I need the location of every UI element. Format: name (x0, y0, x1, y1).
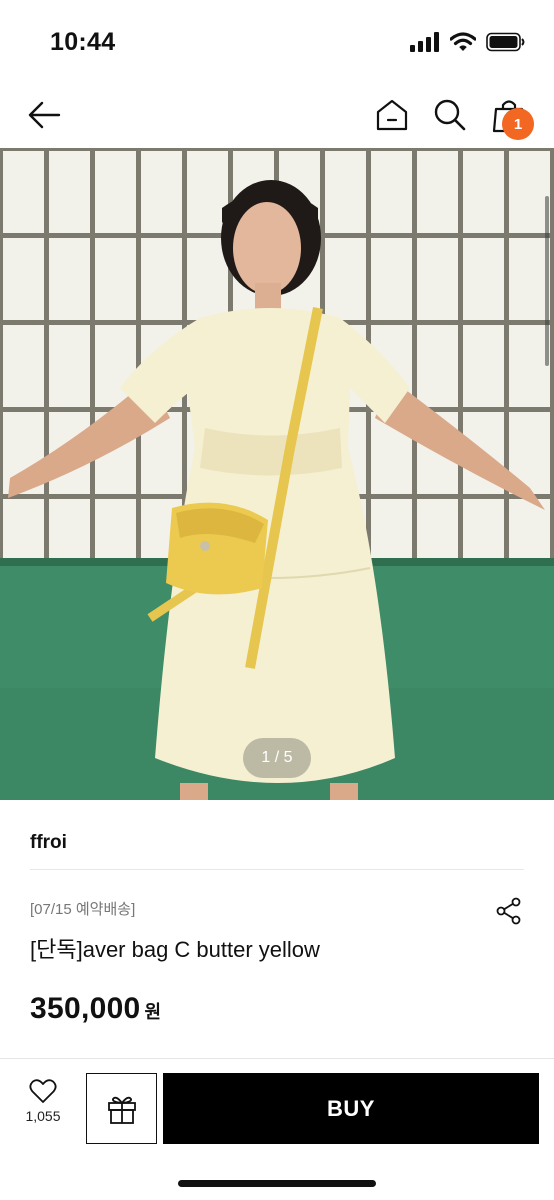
home-button[interactable] (370, 93, 414, 137)
image-pager: 1 / 5 (243, 738, 311, 778)
heart-icon (29, 1079, 57, 1103)
price-value: 350,000 (30, 992, 141, 1025)
brand-name[interactable]: ffroi (30, 832, 67, 854)
gift-icon (107, 1096, 136, 1124)
cart-count-badge: 1 (502, 108, 534, 140)
product-price: 350,000 원 (30, 992, 161, 1026)
share-icon (496, 897, 521, 925)
buy-button[interactable]: BUY (163, 1073, 539, 1144)
signal-icon (410, 32, 440, 57)
status-icons (410, 32, 526, 57)
status-time: 10:44 (50, 28, 116, 56)
gift-button[interactable] (86, 1073, 157, 1144)
product-title: [단독]aver bag C butter yellow (30, 937, 320, 962)
price-unit: 원 (144, 1002, 162, 1022)
top-nav (0, 88, 554, 148)
home-indicator[interactable] (178, 1180, 376, 1187)
like-button[interactable]: 1,055 (14, 1078, 72, 1144)
product-image[interactable] (0, 148, 554, 800)
home-icon (376, 99, 408, 131)
search-icon (434, 99, 466, 131)
like-count: 1,055 (25, 1108, 61, 1124)
divider (30, 869, 524, 870)
scroll-indicator[interactable] (545, 196, 549, 366)
battery-icon (486, 32, 526, 57)
search-button[interactable] (428, 93, 472, 137)
product-photo (0, 148, 554, 800)
wifi-icon (449, 32, 477, 57)
delivery-note: [07/15 예약배송] (30, 901, 136, 918)
share-button[interactable] (491, 893, 527, 929)
back-arrow-icon (28, 101, 61, 129)
back-button[interactable] (22, 93, 66, 137)
bottom-bar-border (0, 1058, 554, 1059)
status-bar: 10:44 (0, 0, 554, 88)
